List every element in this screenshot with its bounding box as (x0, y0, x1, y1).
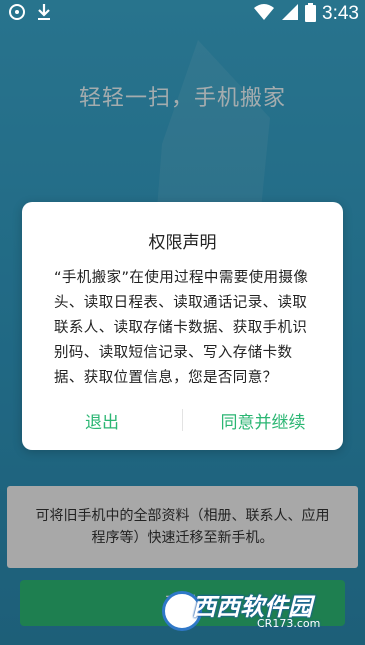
download-icon (36, 3, 52, 25)
battery-icon (305, 2, 317, 26)
permission-dialog: 权限声明 “手机搬家”在使用过程中需要使用摄像头、读取日程表、读取通话记录、读取… (22, 202, 343, 450)
app-screen: 3:43 轻轻一扫，手机搬家 可将旧手机中的全部资料（相册、联系人、应用程序等）… (0, 0, 365, 645)
watermark-sub-text: CR173.com (257, 617, 321, 630)
watermark-logo: 西西软件园 CR173.com (162, 587, 352, 637)
message-icon (8, 3, 26, 25)
wifi-icon (253, 3, 275, 25)
agree-continue-button[interactable]: 同意并继续 (183, 408, 343, 433)
dialog-actions: 退出 同意并继续 (22, 402, 343, 438)
clock: 3:43 (322, 3, 359, 24)
status-bar: 3:43 (0, 0, 365, 28)
exit-button[interactable]: 退出 (22, 408, 182, 433)
dialog-title: 权限声明 (148, 233, 217, 253)
dialog-body: “手机搬家”在使用过程中需要使用摄像头、读取日程表、读取通话记录、读取联系人、读… (54, 270, 309, 386)
signal-icon (281, 3, 299, 25)
